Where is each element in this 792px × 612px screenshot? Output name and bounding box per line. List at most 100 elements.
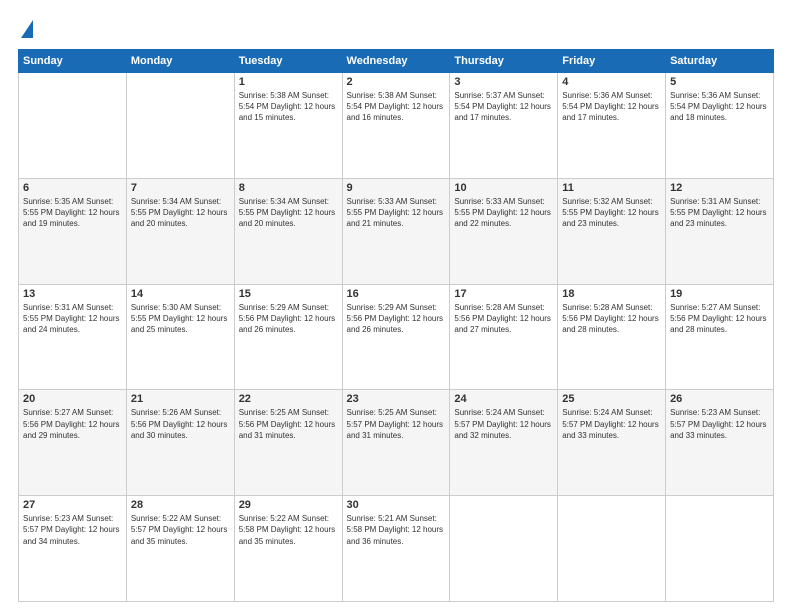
calendar-cell (19, 73, 127, 179)
calendar-cell: 22 Sunrise: 5:25 AM Sunset: 5:56 PM Dayli… (234, 390, 342, 496)
day-number: 10 (454, 182, 553, 194)
day-info: Sunrise: 5:37 AM Sunset: 5:54 PM Dayligh… (454, 90, 553, 124)
calendar-cell: 20 Sunrise: 5:27 AM Sunset: 5:56 PM Dayli… (19, 390, 127, 496)
calendar-cell: 11Sunrise: 5:32 AM Sunset: 5:55 PM Dayli… (558, 178, 666, 284)
calendar-header-saturday: Saturday (666, 50, 774, 73)
calendar-week-row: 1Sunrise: 5:38 AM Sunset: 5:54 PM Daylig… (19, 73, 774, 179)
day-number: 19 (670, 288, 769, 300)
day-number: 26 (670, 393, 769, 405)
day-number: 21 (131, 393, 230, 405)
calendar-cell: 18 Sunrise: 5:28 AM Sunset: 5:56 PM Dayli… (558, 284, 666, 390)
calendar-week-row: 13 Sunrise: 5:31 AM Sunset: 5:55 PM Dayli… (19, 284, 774, 390)
day-info: Sunrise: 5:23 AM Sunset: 5:57 PM Dayligh… (23, 513, 122, 547)
day-info: Sunrise: 5:24 AM Sunset: 5:57 PM Dayligh… (454, 407, 553, 441)
logo-triangle-icon (21, 20, 33, 38)
day-info: Sunrise: 5:26 AM Sunset: 5:56 PM Dayligh… (131, 407, 230, 441)
calendar-cell: 6 Sunrise: 5:35 AM Sunset: 5:55 PM Daylig… (19, 178, 127, 284)
calendar-cell: 2 Sunrise: 5:38 AM Sunset: 5:54 PM Daylig… (342, 73, 450, 179)
calendar-header-wednesday: Wednesday (342, 50, 450, 73)
day-info: Sunrise: 5:31 AM Sunset: 5:55 PM Dayligh… (23, 302, 122, 336)
calendar-cell: 10 Sunrise: 5:33 AM Sunset: 5:55 PM Dayli… (450, 178, 558, 284)
calendar-cell: 4 Sunrise: 5:36 AM Sunset: 5:54 PM Daylig… (558, 73, 666, 179)
day-info: Sunrise: 5:36 AM Sunset: 5:54 PM Dayligh… (670, 90, 769, 124)
calendar-cell: 29Sunrise: 5:22 AM Sunset: 5:58 PM Dayli… (234, 496, 342, 602)
calendar-cell: 26 Sunrise: 5:23 AM Sunset: 5:57 PM Dayli… (666, 390, 774, 496)
day-number: 28 (131, 499, 230, 511)
day-number: 20 (23, 393, 122, 405)
day-info: Sunrise: 5:25 AM Sunset: 5:56 PM Dayligh… (239, 407, 338, 441)
day-info: Sunrise: 5:27 AM Sunset: 5:56 PM Dayligh… (23, 407, 122, 441)
day-info: Sunrise: 5:34 AM Sunset: 5:55 PM Dayligh… (239, 196, 338, 230)
calendar-cell: 3 Sunrise: 5:37 AM Sunset: 5:54 PM Daylig… (450, 73, 558, 179)
day-info: Sunrise: 5:24 AM Sunset: 5:57 PM Dayligh… (562, 407, 661, 441)
day-number: 23 (347, 393, 446, 405)
day-number: 24 (454, 393, 553, 405)
calendar-cell: 15 Sunrise: 5:29 AM Sunset: 5:56 PM Dayli… (234, 284, 342, 390)
day-number: 25 (562, 393, 661, 405)
calendar-week-row: 20 Sunrise: 5:27 AM Sunset: 5:56 PM Dayli… (19, 390, 774, 496)
calendar-cell: 13 Sunrise: 5:31 AM Sunset: 5:55 PM Dayli… (19, 284, 127, 390)
calendar-cell: 5Sunrise: 5:36 AM Sunset: 5:54 PM Daylig… (666, 73, 774, 179)
day-number: 15 (239, 288, 338, 300)
day-number: 3 (454, 76, 553, 88)
day-number: 12 (670, 182, 769, 194)
calendar-week-row: 27 Sunrise: 5:23 AM Sunset: 5:57 PM Dayli… (19, 496, 774, 602)
calendar-header-sunday: Sunday (19, 50, 127, 73)
day-number: 2 (347, 76, 446, 88)
day-number: 30 (347, 499, 446, 511)
day-info: Sunrise: 5:34 AM Sunset: 5:55 PM Dayligh… (131, 196, 230, 230)
day-number: 18 (562, 288, 661, 300)
calendar-week-row: 6 Sunrise: 5:35 AM Sunset: 5:55 PM Daylig… (19, 178, 774, 284)
day-info: Sunrise: 5:31 AM Sunset: 5:55 PM Dayligh… (670, 196, 769, 230)
day-info: Sunrise: 5:28 AM Sunset: 5:56 PM Dayligh… (562, 302, 661, 336)
day-info: Sunrise: 5:22 AM Sunset: 5:58 PM Dayligh… (239, 513, 338, 547)
day-number: 13 (23, 288, 122, 300)
day-number: 16 (347, 288, 446, 300)
calendar-cell: 30 Sunrise: 5:21 AM Sunset: 5:58 PM Dayli… (342, 496, 450, 602)
calendar-cell: 16 Sunrise: 5:29 AM Sunset: 5:56 PM Dayli… (342, 284, 450, 390)
day-info: Sunrise: 5:27 AM Sunset: 5:56 PM Dayligh… (670, 302, 769, 336)
calendar-cell: 7 Sunrise: 5:34 AM Sunset: 5:55 PM Daylig… (126, 178, 234, 284)
day-number: 4 (562, 76, 661, 88)
calendar-cell (666, 496, 774, 602)
calendar-cell: 25 Sunrise: 5:24 AM Sunset: 5:57 PM Dayli… (558, 390, 666, 496)
day-info: Sunrise: 5:29 AM Sunset: 5:56 PM Dayligh… (239, 302, 338, 336)
day-info: Sunrise: 5:30 AM Sunset: 5:55 PM Dayligh… (131, 302, 230, 336)
day-number: 8 (239, 182, 338, 194)
calendar-cell: 27 Sunrise: 5:23 AM Sunset: 5:57 PM Dayli… (19, 496, 127, 602)
day-number: 6 (23, 182, 122, 194)
day-info: Sunrise: 5:22 AM Sunset: 5:57 PM Dayligh… (131, 513, 230, 547)
day-number: 27 (23, 499, 122, 511)
header (18, 18, 774, 39)
day-info: Sunrise: 5:33 AM Sunset: 5:55 PM Dayligh… (347, 196, 446, 230)
day-number: 9 (347, 182, 446, 194)
day-info: Sunrise: 5:32 AM Sunset: 5:55 PM Dayligh… (562, 196, 661, 230)
day-info: Sunrise: 5:36 AM Sunset: 5:54 PM Dayligh… (562, 90, 661, 124)
logo (18, 18, 33, 39)
calendar-cell: 24 Sunrise: 5:24 AM Sunset: 5:57 PM Dayli… (450, 390, 558, 496)
calendar-header-friday: Friday (558, 50, 666, 73)
day-info: Sunrise: 5:23 AM Sunset: 5:57 PM Dayligh… (670, 407, 769, 441)
calendar-cell (558, 496, 666, 602)
day-number: 7 (131, 182, 230, 194)
day-info: Sunrise: 5:21 AM Sunset: 5:58 PM Dayligh… (347, 513, 446, 547)
calendar-header-monday: Monday (126, 50, 234, 73)
calendar-cell: 1Sunrise: 5:38 AM Sunset: 5:54 PM Daylig… (234, 73, 342, 179)
day-info: Sunrise: 5:33 AM Sunset: 5:55 PM Dayligh… (454, 196, 553, 230)
calendar-cell: 17Sunrise: 5:28 AM Sunset: 5:56 PM Dayli… (450, 284, 558, 390)
day-info: Sunrise: 5:25 AM Sunset: 5:57 PM Dayligh… (347, 407, 446, 441)
day-info: Sunrise: 5:35 AM Sunset: 5:55 PM Dayligh… (23, 196, 122, 230)
calendar-cell (126, 73, 234, 179)
day-number: 14 (131, 288, 230, 300)
calendar-table: SundayMondayTuesdayWednesdayThursdayFrid… (18, 49, 774, 602)
day-info: Sunrise: 5:38 AM Sunset: 5:54 PM Dayligh… (239, 90, 338, 124)
day-info: Sunrise: 5:29 AM Sunset: 5:56 PM Dayligh… (347, 302, 446, 336)
calendar-header-tuesday: Tuesday (234, 50, 342, 73)
calendar-cell: 28 Sunrise: 5:22 AM Sunset: 5:57 PM Dayli… (126, 496, 234, 602)
calendar-cell: 14 Sunrise: 5:30 AM Sunset: 5:55 PM Dayli… (126, 284, 234, 390)
calendar-cell (450, 496, 558, 602)
calendar-header-row: SundayMondayTuesdayWednesdayThursdayFrid… (19, 50, 774, 73)
calendar-cell: 9 Sunrise: 5:33 AM Sunset: 5:55 PM Daylig… (342, 178, 450, 284)
day-number: 22 (239, 393, 338, 405)
day-info: Sunrise: 5:38 AM Sunset: 5:54 PM Dayligh… (347, 90, 446, 124)
